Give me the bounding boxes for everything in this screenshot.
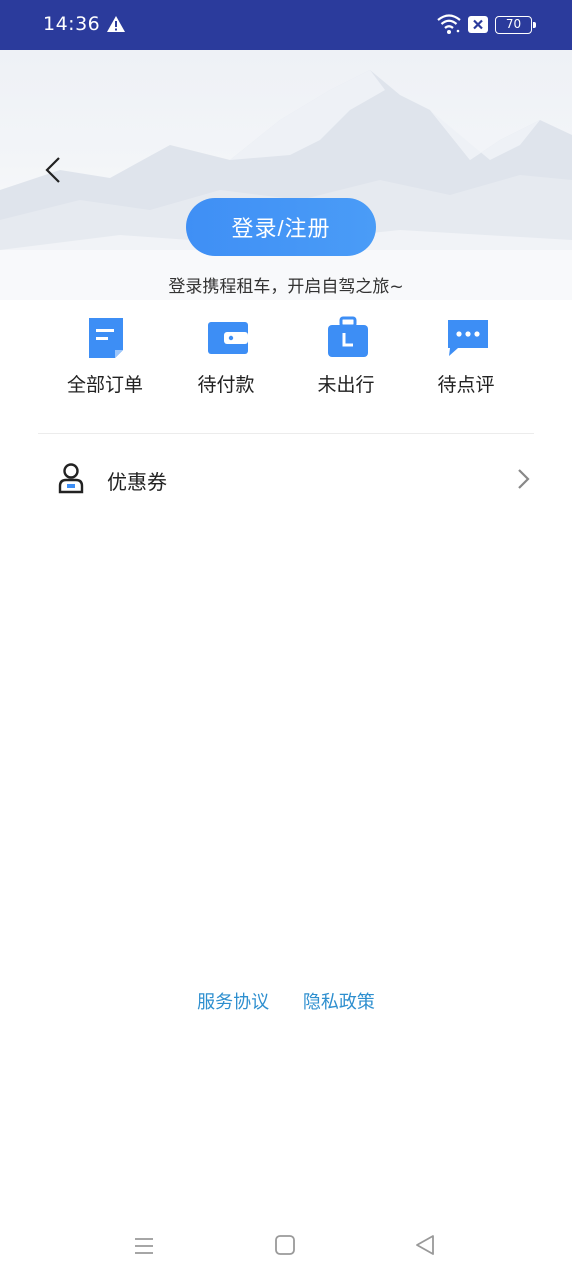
user-icon <box>58 463 84 494</box>
upcoming-trips-label: 未出行 <box>317 374 375 396</box>
footer-links: 服务协议 隐私政策 <box>0 988 572 1014</box>
pending-payment-button[interactable]: 待付款 <box>166 310 286 400</box>
battery-level: 70 <box>505 17 522 31</box>
warning-icon <box>107 16 125 32</box>
chat-icon <box>448 320 488 356</box>
divider <box>38 433 534 434</box>
system-nav-bar <box>0 1220 572 1280</box>
back-triangle-icon[interactable] <box>414 1233 436 1257</box>
status-bar: 14:36 70 <box>0 0 572 50</box>
wifi-icon <box>437 14 461 34</box>
document-icon <box>89 318 123 358</box>
all-orders-button[interactable]: 全部订单 <box>45 310 165 400</box>
home-icon[interactable] <box>274 1234 296 1256</box>
coupon-label: 优惠券 <box>107 470 167 494</box>
chevron-right-icon <box>518 469 530 489</box>
back-button[interactable] <box>36 150 70 190</box>
all-orders-label: 全部订单 <box>66 374 143 396</box>
sim-icon <box>468 16 488 33</box>
pending-payment-label: 待付款 <box>197 374 255 396</box>
upcoming-trips-button[interactable]: 未出行 <box>286 310 406 400</box>
status-time: 14:36 <box>43 13 101 35</box>
battery-icon: 70 <box>495 16 536 34</box>
suitcase-icon <box>328 316 368 357</box>
service-agreement-link[interactable]: 服务协议 <box>197 988 269 1014</box>
login-register-button[interactable]: 登录/注册 <box>186 198 376 256</box>
login-subtitle: 登录携程租车，开启自驾之旅~ <box>168 277 404 297</box>
mountain-background-image <box>0 70 572 300</box>
pending-review-label: 待点评 <box>437 374 495 396</box>
login-header: 登录/注册 登录携程租车，开启自驾之旅~ <box>0 50 572 300</box>
order-quick-actions: 全部订单 待付款 未出行 待点评 <box>0 310 572 410</box>
privacy-policy-link[interactable]: 隐私政策 <box>303 988 375 1014</box>
menu-icon[interactable] <box>132 1234 156 1258</box>
coupon-menu-item[interactable]: 优惠券 <box>38 450 534 512</box>
wallet-icon <box>208 322 248 354</box>
pending-review-button[interactable]: 待点评 <box>406 310 526 400</box>
